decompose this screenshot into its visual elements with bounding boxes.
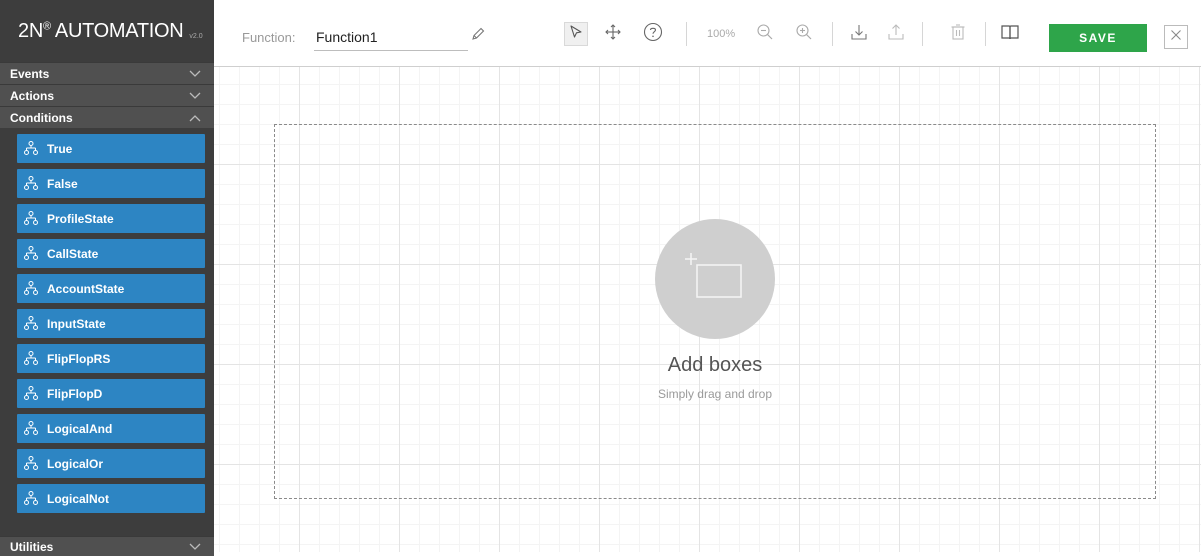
zoom-out-button[interactable] <box>753 22 777 46</box>
condition-item-false[interactable]: False <box>17 169 205 198</box>
section-utilities[interactable]: Utilities <box>0 536 214 556</box>
trash-icon <box>950 23 966 46</box>
condition-item-profilestate[interactable]: ProfileState <box>17 204 205 233</box>
condition-item-flipflopd[interactable]: FlipFlopD <box>17 379 205 408</box>
chevron-down-icon <box>188 67 202 81</box>
condition-item-inputstate[interactable]: InputState <box>17 309 205 338</box>
move-icon <box>604 23 622 46</box>
condition-item-true[interactable]: True <box>17 134 205 163</box>
chevron-down-icon <box>188 89 202 103</box>
drop-zone[interactable]: Add boxes Simply drag and drop <box>274 124 1156 499</box>
condition-tree-icon <box>23 210 41 228</box>
section-actions[interactable]: Actions <box>0 84 214 106</box>
chevron-up-icon <box>188 111 202 125</box>
delete-button[interactable] <box>946 22 970 46</box>
app-version: v2.0 <box>189 32 203 40</box>
condition-item-label: LogicalOr <box>47 456 104 471</box>
download-icon <box>849 22 869 47</box>
close-icon <box>1170 28 1182 46</box>
condition-item-callstate[interactable]: CallState <box>17 239 205 268</box>
zoom-in-button[interactable] <box>792 22 816 46</box>
zoom-level: 100% <box>707 28 736 40</box>
condition-item-flipfloprs[interactable]: FlipFlopRS <box>17 344 205 373</box>
section-actions-label: Actions <box>10 88 55 103</box>
condition-item-label: FlipFlopRS <box>47 351 111 366</box>
condition-tree-icon <box>23 140 41 158</box>
add-boxes-title: Add boxes <box>667 354 763 376</box>
upload-button[interactable] <box>884 22 908 46</box>
function-name-input[interactable] <box>314 26 468 51</box>
condition-item-logicaland[interactable]: LogicalAnd <box>17 414 205 443</box>
condition-tree-icon <box>23 175 41 193</box>
section-events[interactable]: Events <box>0 62 214 84</box>
condition-item-label: CallState <box>47 246 99 261</box>
function-canvas[interactable]: Add boxes Simply drag and drop <box>214 67 1201 552</box>
pointer-tool-button[interactable] <box>564 22 588 46</box>
toolbar: Function: 100% SAVE <box>214 0 1201 67</box>
save-button[interactable]: SAVE <box>1049 24 1147 52</box>
section-events-label: Events <box>10 66 50 81</box>
condition-item-label: LogicalNot <box>47 491 109 506</box>
zoom-out-icon <box>756 23 774 46</box>
condition-tree-icon <box>23 350 41 368</box>
add-boxes-circle <box>655 219 775 339</box>
close-button[interactable] <box>1164 25 1188 49</box>
condition-tree-icon <box>23 455 41 473</box>
condition-item-label: AccountState <box>47 281 125 296</box>
add-boxes-subtitle: Simply drag and drop <box>657 387 773 401</box>
condition-tree-icon <box>23 245 41 263</box>
condition-tree-icon <box>23 280 41 298</box>
app-logo: 2N® AUTOMATION v2.0 <box>0 0 214 62</box>
documentation-button[interactable] <box>998 22 1022 46</box>
upload-icon <box>886 22 906 47</box>
section-utilities-label: Utilities <box>10 539 54 554</box>
condition-item-label: True <box>47 141 73 156</box>
help-button[interactable] <box>641 22 665 46</box>
condition-item-label: ProfileState <box>47 211 114 226</box>
condition-item-label: InputState <box>47 316 106 331</box>
pencil-icon[interactable] <box>470 26 488 44</box>
conditions-list: True False ProfileState CallState AccountSta… <box>0 128 214 521</box>
condition-tree-icon <box>23 385 41 403</box>
section-conditions-label: Conditions <box>10 110 73 125</box>
condition-item-label: False <box>47 176 78 191</box>
condition-item-label: LogicalAnd <box>47 421 113 436</box>
download-button[interactable] <box>847 22 871 46</box>
sidebar: 2N® AUTOMATION v2.0 Events Actions Condi… <box>0 0 214 556</box>
chevron-down-icon <box>188 540 202 554</box>
function-label: Function: <box>242 30 296 45</box>
condition-item-logicalnot[interactable]: LogicalNot <box>17 484 205 513</box>
brand-name: 2N® AUTOMATION <box>18 19 184 42</box>
section-conditions[interactable]: Conditions <box>0 106 214 128</box>
condition-tree-icon <box>23 420 41 438</box>
condition-item-label: FlipFlopD <box>47 386 103 401</box>
condition-item-accountstate[interactable]: AccountState <box>17 274 205 303</box>
pointer-icon <box>568 24 584 45</box>
book-icon <box>1000 23 1020 46</box>
add-box-icon <box>683 251 747 308</box>
zoom-in-icon <box>795 23 813 46</box>
help-icon <box>643 22 663 47</box>
condition-item-logicalor[interactable]: LogicalOr <box>17 449 205 478</box>
move-tool-button[interactable] <box>601 22 625 46</box>
condition-tree-icon <box>23 315 41 333</box>
condition-tree-icon <box>23 490 41 508</box>
